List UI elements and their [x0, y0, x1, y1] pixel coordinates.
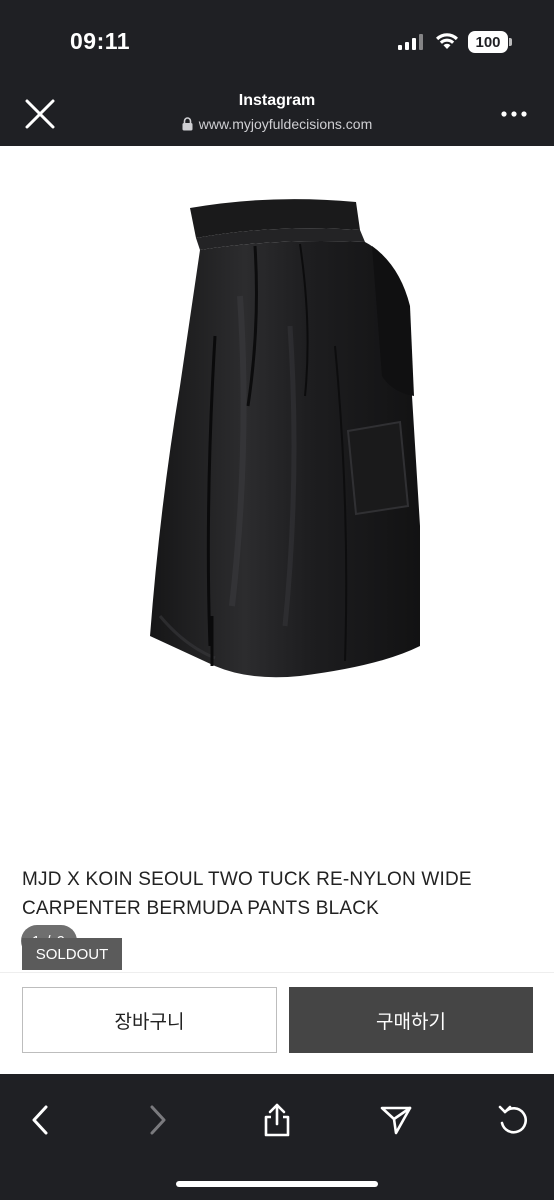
- browser-header: 09:11 100 Instagram www.myjoyfuldecision…: [0, 0, 554, 146]
- send-button[interactable]: [366, 1090, 426, 1150]
- status-badge: SOLDOUT: [22, 938, 122, 970]
- send-icon: [380, 1106, 412, 1135]
- browser-title: Instagram: [238, 92, 316, 109]
- url-text: www.myjoyfuldecisions.com: [198, 116, 373, 132]
- status-time: 09:11: [70, 28, 131, 54]
- action-bar: 장바구니 구매하기: [0, 972, 554, 1074]
- buy-now-button[interactable]: 구매하기: [289, 987, 533, 1053]
- product-image[interactable]: 1 / 9: [0, 146, 554, 957]
- signal-icon: [398, 34, 423, 50]
- product-title: MJD X KOIN SEOUL TWO TUCK RE-NYLON WIDE …: [22, 869, 472, 919]
- bermuda-pants-image: [150, 199, 420, 678]
- share-icon: [264, 1103, 290, 1137]
- wifi-icon: [436, 33, 458, 49]
- refresh-icon: [498, 1105, 527, 1134]
- back-button[interactable]: [10, 1090, 70, 1150]
- battery-indicator: 100: [468, 31, 508, 53]
- browser-url[interactable]: www.myjoyfuldecisions.com: [0, 116, 554, 132]
- refresh-button[interactable]: [484, 1090, 544, 1150]
- home-indicator: [176, 1181, 378, 1187]
- more-icon: [501, 111, 527, 117]
- battery-tip: [509, 38, 512, 46]
- forward-button[interactable]: [128, 1090, 188, 1150]
- back-icon: [32, 1105, 48, 1135]
- forward-icon: [150, 1105, 166, 1135]
- add-to-cart-button[interactable]: 장바구니: [22, 987, 277, 1053]
- lock-icon: [182, 117, 193, 131]
- share-button[interactable]: [247, 1090, 307, 1150]
- more-button[interactable]: [496, 100, 532, 128]
